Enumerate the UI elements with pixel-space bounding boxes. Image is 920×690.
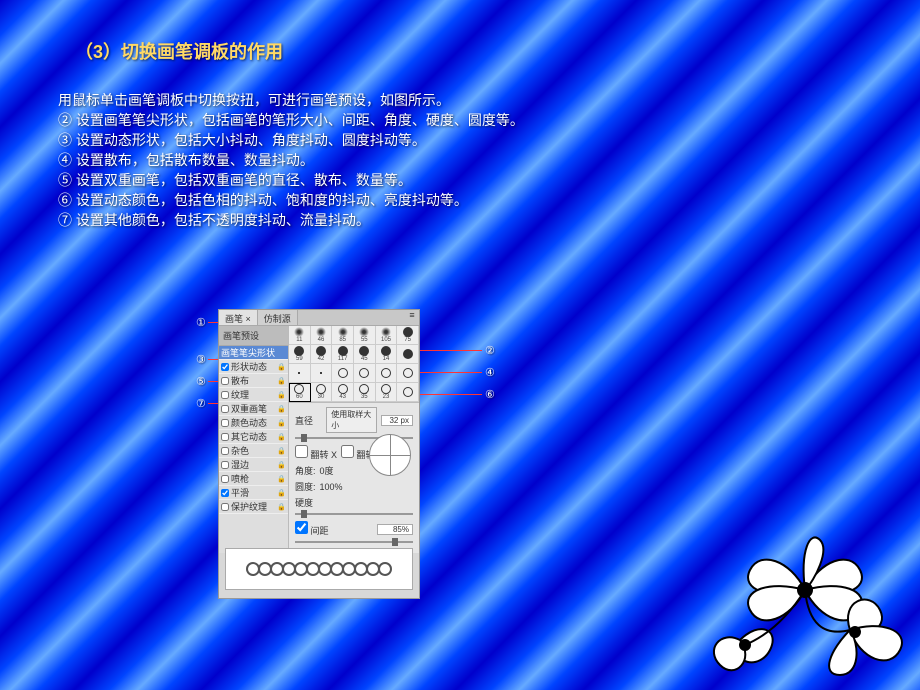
spacing-value[interactable]: 85%	[377, 524, 413, 535]
opt-color-dynamics[interactable]: 颜色动态🔒	[219, 416, 288, 430]
description-text: 用鼠标单击画笔调板中切换按扭，可进行画笔预设，如图所示。 ② 设置画笔笔尖形状，…	[58, 90, 524, 230]
callout-7: ⑦	[196, 397, 206, 410]
roundness-label: 圆度:	[295, 480, 316, 493]
flower-decoration-icon	[700, 500, 910, 680]
lock-icon: 🔒	[277, 405, 286, 413]
lock-icon: 🔒	[277, 461, 286, 469]
text-line-1: 用鼠标单击画笔调板中切换按扭，可进行画笔预设，如图所示。	[58, 90, 524, 110]
opt-dual-brush[interactable]: 双重画笔🔒	[219, 402, 288, 416]
angle-preview-icon[interactable]	[369, 434, 411, 476]
brush-thumbnail[interactable]: 46	[311, 326, 333, 345]
brush-thumbnail[interactable]: 45	[354, 345, 376, 364]
hardness-slider[interactable]	[295, 513, 413, 515]
lock-icon: 🔒	[277, 447, 286, 455]
text-line-4: ④ 设置散布，包括散布数量、数量抖动。	[58, 150, 524, 170]
brush-thumbnail[interactable]: 60	[289, 383, 311, 402]
brush-thumbnail[interactable]	[397, 383, 419, 402]
brush-thumbnail[interactable]	[311, 364, 333, 383]
opt-other-dynamics[interactable]: 其它动态🔒	[219, 430, 288, 444]
opt-shape-dynamics[interactable]: 形状动态🔒	[219, 360, 288, 374]
angle-value[interactable]: 0度	[320, 464, 334, 477]
brush-stroke-preview	[225, 548, 413, 590]
text-line-6: ⑥ 设置动态颜色，包括色相的抖动、饱和度的抖动、亮度抖动等。	[58, 190, 524, 210]
brush-thumbnail[interactable]: 11	[289, 326, 311, 345]
brush-thumbnail[interactable]: 105	[376, 326, 398, 345]
lock-icon: 🔒	[277, 419, 286, 427]
lock-icon: 🔒	[277, 475, 286, 483]
callout-5: ⑤	[196, 375, 206, 388]
lock-icon: 🔒	[277, 377, 286, 385]
brush-thumbnail[interactable]	[289, 364, 311, 383]
spacing-slider[interactable]	[295, 541, 413, 543]
brush-thumbnail[interactable]: 75	[397, 326, 419, 345]
brush-thumbnail[interactable]: 43	[332, 383, 354, 402]
roundness-value[interactable]: 100%	[320, 482, 343, 492]
brush-thumbnail[interactable]	[397, 364, 419, 383]
text-line-3: ③ 设置动态形状，包括大小抖动、角度抖动、圆度抖动等。	[58, 130, 524, 150]
opt-protect-texture[interactable]: 保护纹理🔒	[219, 500, 288, 514]
brush-thumbnail[interactable]: 55	[354, 326, 376, 345]
opt-noise[interactable]: 杂色🔒	[219, 444, 288, 458]
callout-2: ②	[485, 344, 495, 357]
lock-icon: 🔒	[277, 433, 286, 441]
brush-thumbnail[interactable]: 59	[289, 345, 311, 364]
brush-thumbnail[interactable]: 35	[354, 383, 376, 402]
angle-label: 角度:	[295, 464, 316, 477]
lock-icon: 🔒	[277, 503, 286, 511]
brush-thumbnail[interactable]	[354, 364, 376, 383]
brush-presets-header[interactable]: 画笔预设	[219, 326, 288, 346]
opt-tip-shape[interactable]: 画笔笔尖形状	[219, 346, 288, 360]
brush-thumbnail[interactable]: 14	[376, 345, 398, 364]
panel-tabs: 画笔 × 仿制源 ≡	[219, 310, 419, 326]
callout-6: ⑥	[485, 388, 495, 401]
brush-options-list: 画笔预设 画笔笔尖形状 形状动态🔒 散布🔒 纹理🔒 双重画笔🔒 颜色动态🔒 其它…	[219, 326, 289, 553]
text-line-2: ② 设置画笔笔尖形状，包括画笔的笔形大小、间距、角度、硬度、圆度等。	[58, 110, 524, 130]
brush-panel: 画笔 × 仿制源 ≡ 画笔预设 画笔笔尖形状 形状动态🔒 散布🔒 纹理🔒 双重画…	[218, 309, 420, 599]
brush-thumbnail[interactable]: 30	[311, 383, 333, 402]
brush-thumbnail[interactable]: 117	[332, 345, 354, 364]
panel-menu-icon[interactable]: ≡	[405, 310, 419, 325]
opt-scattering[interactable]: 散布🔒	[219, 374, 288, 388]
callout-4: ④	[485, 366, 495, 379]
brush-thumbnail[interactable]	[332, 364, 354, 383]
brush-thumbnail[interactable]	[397, 345, 419, 364]
brush-thumbnail[interactable]	[376, 364, 398, 383]
use-sample-size-button[interactable]: 使用取样大小	[326, 407, 377, 433]
brush-thumbnail[interactable]: 85	[332, 326, 354, 345]
flip-x-checkbox[interactable]: 翻转 X	[295, 445, 337, 461]
lock-icon: 🔒	[277, 363, 286, 371]
opt-airbrush[interactable]: 喷枪🔒	[219, 472, 288, 486]
spacing-checkbox[interactable]: 间距	[295, 521, 329, 537]
callout-3: ③	[196, 353, 206, 366]
diameter-value[interactable]: 32 px	[381, 415, 413, 426]
lock-icon: 🔒	[277, 489, 286, 497]
section-heading: （3）切换画笔调板的作用	[75, 38, 283, 64]
tab-brush[interactable]: 画笔 ×	[219, 310, 258, 325]
text-line-5: ⑤ 设置双重画笔，包括双重画笔的直径、散布、数量等。	[58, 170, 524, 190]
lock-icon: 🔒	[277, 391, 286, 399]
opt-texture[interactable]: 纹理🔒	[219, 388, 288, 402]
brush-thumbnail[interactable]: 23	[376, 383, 398, 402]
brush-thumbnail[interactable]: 42	[311, 345, 333, 364]
opt-smoothing[interactable]: 平滑🔒	[219, 486, 288, 500]
callout-1: ①	[196, 316, 206, 329]
hardness-label: 硬度	[295, 496, 327, 509]
tab-clone-source[interactable]: 仿制源	[258, 310, 298, 325]
text-line-7: ⑦ 设置其他颜色，包括不透明度抖动、流量抖动。	[58, 210, 524, 230]
brush-thumbnails: 1146855510575 59421174514 6030433523 直径 使用…	[289, 326, 419, 553]
diameter-label: 直径	[295, 414, 322, 427]
opt-wet-edges[interactable]: 湿边🔒	[219, 458, 288, 472]
